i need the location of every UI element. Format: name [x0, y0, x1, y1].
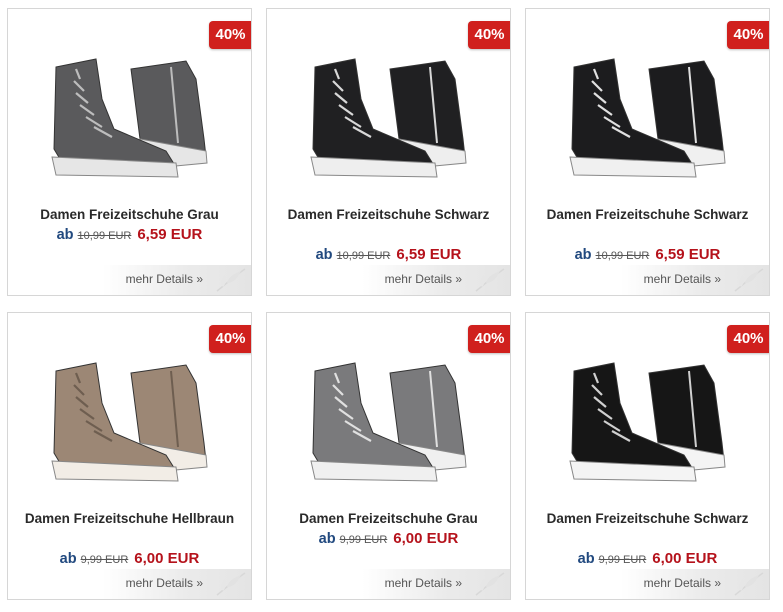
- price-line: ab 9,99 EUR 6,00 EUR: [526, 549, 769, 570]
- new-price: 6,59 EUR: [655, 246, 721, 263]
- product-image[interactable]: [295, 39, 485, 189]
- product-title[interactable]: Damen Freizeitschuhe Schwarz: [532, 509, 763, 529]
- new-price: 6,00 EUR: [652, 550, 718, 567]
- details-link[interactable]: mehr Details »: [362, 569, 510, 599]
- product-image[interactable]: [554, 39, 744, 189]
- product-card[interactable]: 40% Damen Freizeitschuhe Schwarz ab 10,99…: [525, 8, 770, 296]
- old-price: 9,99 EUR: [598, 554, 647, 566]
- product-image[interactable]: [554, 343, 744, 493]
- product-image[interactable]: [295, 343, 485, 493]
- details-link[interactable]: mehr Details »: [621, 265, 769, 295]
- details-link[interactable]: mehr Details »: [103, 569, 251, 599]
- old-price: 10,99 EUR: [336, 250, 391, 262]
- details-label[interactable]: mehr Details »: [644, 576, 721, 590]
- price-prefix: ab: [56, 227, 74, 243]
- product-image[interactable]: [36, 39, 226, 189]
- old-price: 9,99 EUR: [80, 554, 129, 566]
- details-link[interactable]: mehr Details »: [103, 265, 251, 295]
- price-line: ab 9,99 EUR 6,00 EUR: [267, 529, 510, 550]
- product-title[interactable]: Damen Freizeitschuhe Grau: [273, 509, 504, 529]
- product-title[interactable]: Damen Freizeitschuhe Schwarz: [273, 205, 504, 225]
- price-line: ab 10,99 EUR 6,59 EUR: [8, 225, 251, 246]
- leaf-ornament-icon: [734, 572, 764, 596]
- leaf-ornament-icon: [475, 268, 505, 292]
- price-prefix: ab: [574, 247, 592, 263]
- old-price: 10,99 EUR: [77, 230, 132, 242]
- product-card[interactable]: 40% Damen Freizeitschuhe Schwarz ab 9,99 …: [525, 312, 770, 600]
- leaf-ornament-icon: [734, 268, 764, 292]
- price-line: ab 10,99 EUR 6,59 EUR: [267, 245, 510, 266]
- product-card[interactable]: 40% Damen Freizeitschuhe Schwarz ab 10,99…: [266, 8, 511, 296]
- leaf-ornament-icon: [216, 268, 246, 292]
- product-title[interactable]: Damen Freizeitschuhe Hellbraun: [14, 509, 245, 529]
- price-line: ab 10,99 EUR 6,59 EUR: [526, 245, 769, 266]
- details-label[interactable]: mehr Details »: [126, 272, 203, 286]
- details-label[interactable]: mehr Details »: [385, 576, 462, 590]
- price-prefix: ab: [315, 247, 333, 263]
- details-label[interactable]: mehr Details »: [644, 272, 721, 286]
- new-price: 6,59 EUR: [137, 226, 203, 243]
- details-link[interactable]: mehr Details »: [621, 569, 769, 599]
- details-label[interactable]: mehr Details »: [385, 272, 462, 286]
- leaf-ornament-icon: [216, 572, 246, 596]
- price-prefix: ab: [59, 551, 77, 567]
- leaf-ornament-icon: [475, 572, 505, 596]
- new-price: 6,00 EUR: [393, 530, 459, 547]
- details-link[interactable]: mehr Details »: [362, 265, 510, 295]
- product-card[interactable]: 40% Damen Freizeitschuhe Grau ab 10,99 EU…: [7, 8, 252, 296]
- product-title[interactable]: Damen Freizeitschuhe Grau: [14, 205, 245, 225]
- old-price: 10,99 EUR: [595, 250, 650, 262]
- product-card[interactable]: 40% Damen Freizeitschuhe Hellbraun ab 9,9…: [7, 312, 252, 600]
- old-price: 9,99 EUR: [339, 534, 388, 546]
- details-label[interactable]: mehr Details »: [126, 576, 203, 590]
- new-price: 6,00 EUR: [134, 550, 200, 567]
- product-title[interactable]: Damen Freizeitschuhe Schwarz: [532, 205, 763, 225]
- new-price: 6,59 EUR: [396, 246, 462, 263]
- price-line: ab 9,99 EUR 6,00 EUR: [8, 549, 251, 570]
- product-image[interactable]: [36, 343, 226, 493]
- price-prefix: ab: [318, 531, 336, 547]
- price-prefix: ab: [577, 551, 595, 567]
- product-card[interactable]: 40% Damen Freizeitschuhe Grau ab 9,99 EUR…: [266, 312, 511, 600]
